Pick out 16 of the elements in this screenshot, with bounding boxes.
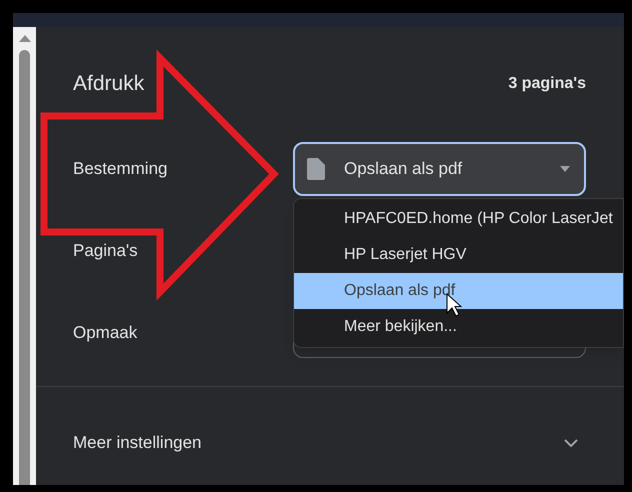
dropdown-option[interactable]: HP Laserjet HGV [294,237,623,273]
setting-label: Opmaak [73,322,138,344]
setting-label: Bestemming [73,158,168,180]
scroll-up-icon[interactable] [18,35,30,42]
scrollbar[interactable] [13,27,36,485]
destination-select[interactable]: Opslaan als pdf [293,142,586,196]
dropdown-option[interactable]: Opslaan als pdf [294,273,623,309]
dropdown-option[interactable]: HPAFC0ED.home (HP Color LaserJet [294,201,623,237]
dropdown-option[interactable]: Meer bekijken... [294,309,623,345]
document-icon [307,158,325,180]
page-count: 3 pagina's [508,74,586,94]
dialog-title: Afdrukk [73,71,144,98]
caret-icon [560,166,570,172]
scrollbar-thumb[interactable] [19,50,30,485]
more-settings-toggle[interactable]: Meer instellingen [36,387,624,485]
setting-label: Pagina's [73,240,138,262]
